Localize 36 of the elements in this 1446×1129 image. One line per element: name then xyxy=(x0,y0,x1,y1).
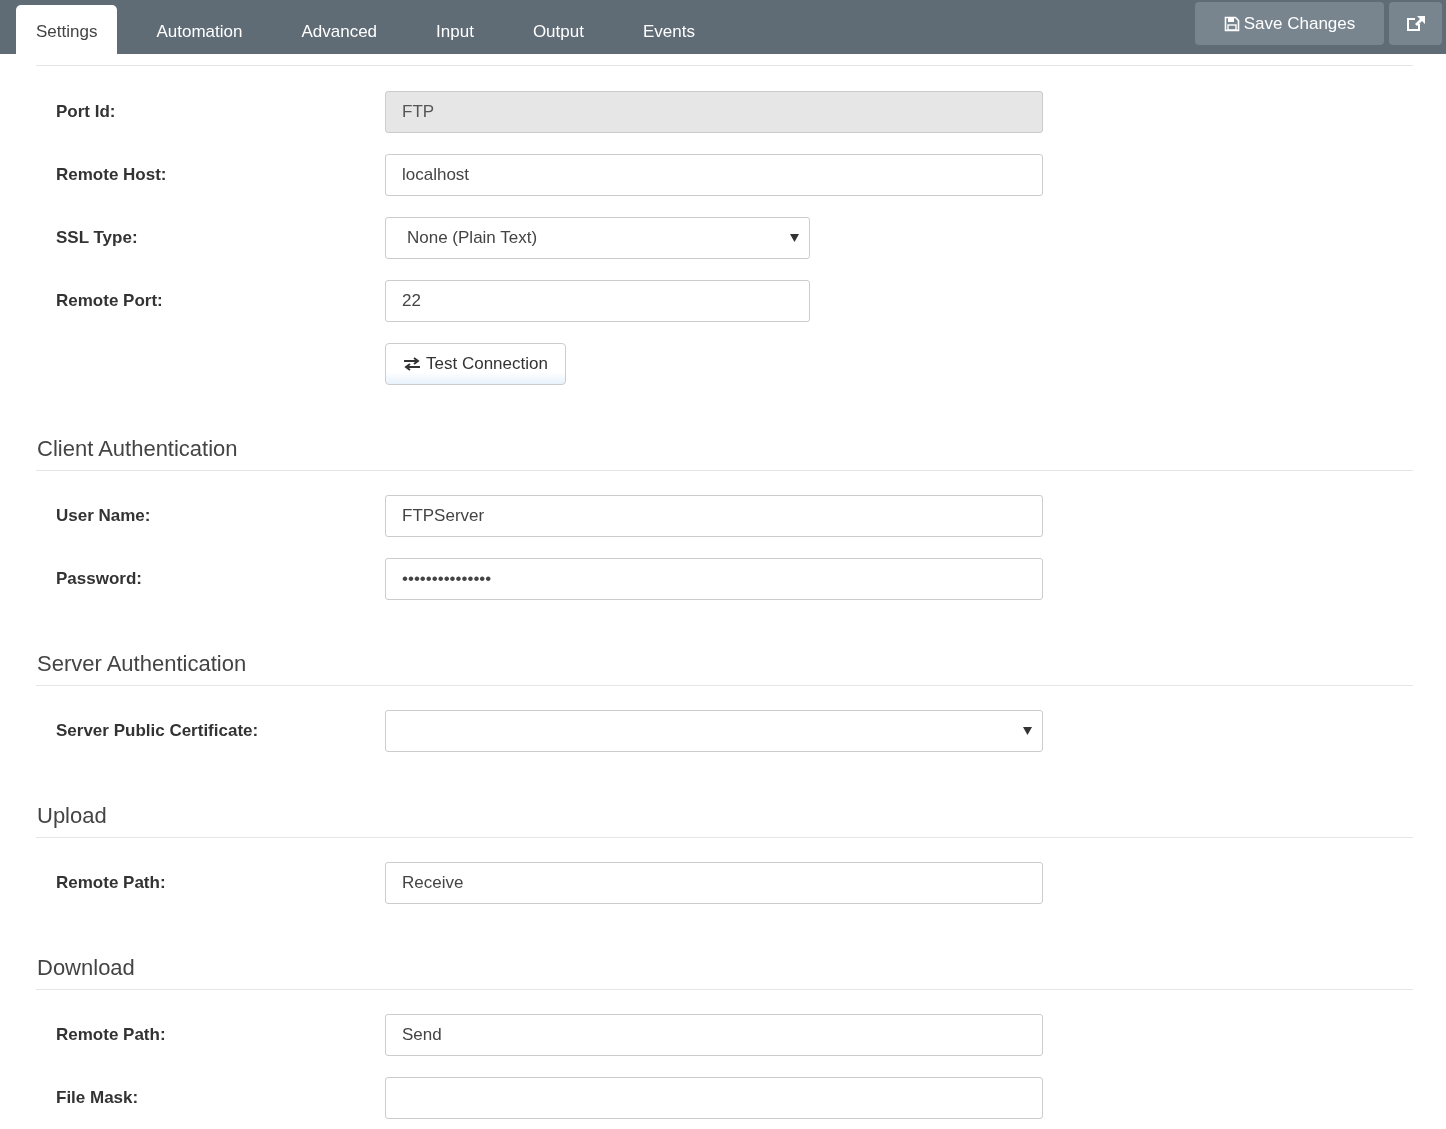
field-label: Port Id: xyxy=(55,102,117,122)
dropdown[interactable]: None (Plain Text) xyxy=(385,217,810,259)
caret-icon xyxy=(790,234,799,242)
field-label: SSL Type: xyxy=(55,228,139,248)
input-field[interactable]: 22 xyxy=(385,280,810,322)
tab[interactable]: Settings xyxy=(16,5,118,54)
field-label: User Name: xyxy=(55,506,152,526)
section-heading: Server Authentication xyxy=(36,621,1413,686)
input-field[interactable]: Send xyxy=(385,1014,1043,1056)
input-field[interactable] xyxy=(385,1077,1043,1119)
dropdown[interactable] xyxy=(385,710,1043,752)
field-label: Server Public Certificate: xyxy=(55,721,260,741)
field-label: Remote Path: xyxy=(55,1025,167,1045)
swap-arrows-icon xyxy=(403,357,421,371)
tab[interactable]: Events xyxy=(622,5,715,54)
tab[interactable]: Advanced xyxy=(281,5,398,54)
tab[interactable]: Output xyxy=(512,5,604,54)
field-label: Password: xyxy=(55,569,143,589)
tab[interactable]: Input xyxy=(416,5,494,54)
input-field[interactable]: FTPServer xyxy=(385,495,1043,537)
save-button[interactable]: Save Changes xyxy=(1195,2,1384,45)
test-connection-button[interactable]: Test Connection xyxy=(385,343,566,385)
external-link-icon xyxy=(1405,14,1426,33)
field-label: Remote Path: xyxy=(55,873,167,893)
section-heading: Download xyxy=(36,925,1413,990)
field-label: File Mask: xyxy=(55,1088,140,1108)
external-link-button[interactable] xyxy=(1389,2,1442,45)
tab[interactable]: Automation xyxy=(136,5,263,54)
caret-icon xyxy=(1023,727,1032,735)
field-label: Remote Port: xyxy=(55,291,164,311)
input-field[interactable]: localhost xyxy=(385,154,1043,196)
section-heading: Upload xyxy=(36,773,1413,838)
input-field[interactable]: Receive xyxy=(385,862,1043,904)
section-heading: Client Authentication xyxy=(36,406,1413,471)
input-field[interactable]: ••••••••••••••• xyxy=(385,558,1043,600)
field-label: Remote Host: xyxy=(55,165,168,185)
